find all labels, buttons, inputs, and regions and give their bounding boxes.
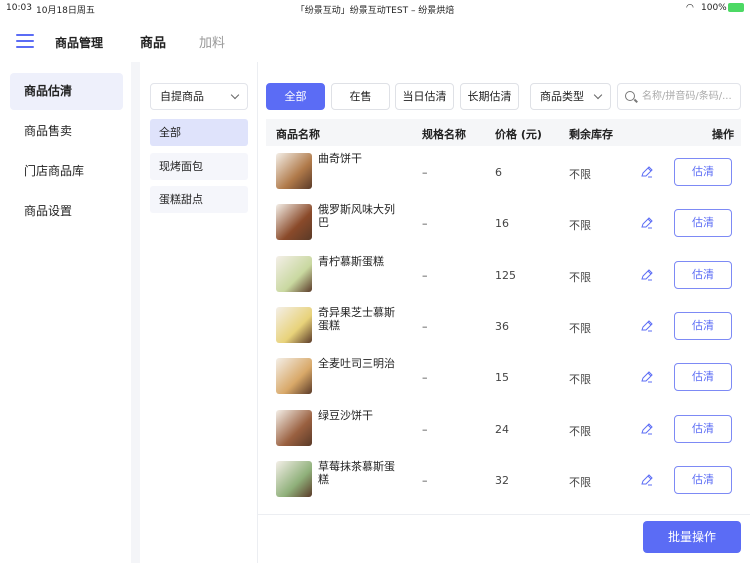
col-action: 操作 [712, 128, 734, 141]
sidebar-item-settings[interactable]: 商品设置 [10, 193, 123, 230]
product-price: 15 [495, 371, 509, 385]
product-spec: – [422, 217, 428, 231]
product-spec: – [422, 422, 428, 436]
table-row: 曲奇饼干 – 6 不限 估清 [266, 147, 741, 198]
search-icon [625, 91, 635, 101]
edit-icon[interactable] [640, 370, 654, 384]
sidebar: 商品估清 商品售卖 门店商品库 商品设置 [0, 62, 131, 563]
product-price: 32 [495, 473, 509, 487]
product-spec: – [422, 473, 428, 487]
product-name: 奇异果芝士慕斯蛋糕 [318, 305, 395, 332]
product-image [276, 255, 312, 292]
edit-icon[interactable] [640, 422, 654, 436]
tab-goods[interactable]: 商品 [140, 32, 166, 51]
product-price: 6 [495, 166, 502, 179]
col-name: 商品名称 [276, 128, 320, 141]
product-name: 绿豆沙饼干 [318, 408, 373, 422]
sellout-button[interactable]: 估清 [674, 311, 732, 340]
type-select-value: 商品类型 [540, 90, 584, 103]
edit-icon[interactable] [640, 216, 654, 230]
product-image [276, 409, 312, 446]
category-bread[interactable]: 现烤面包 [150, 153, 248, 180]
tab-addons[interactable]: 加料 [199, 32, 225, 51]
filter-today-sellout[interactable]: 当日估清 [395, 83, 454, 110]
category-cake[interactable]: 蛋糕甜点 [150, 186, 248, 213]
sidebar-item-sale[interactable]: 商品售卖 [10, 113, 123, 150]
select-value: 自提商品 [160, 90, 204, 103]
product-stock: 不限 [569, 270, 591, 284]
product-spec: – [422, 319, 428, 333]
status-title: 「纷景互动」纷景互动TEST – 纷景烘焙 [295, 6, 455, 16]
status-bar: 10:03 10月18日周五 「纷景互动」纷景互动TEST – 纷景烘焙 ◠ 1… [0, 0, 750, 18]
search-input[interactable]: 名称/拼音码/条码/... [617, 83, 741, 110]
battery-icon [728, 3, 744, 12]
product-price: 125 [495, 268, 516, 282]
table-row: 青柠慕斯蛋糕 – 125 不限 估清 [266, 250, 741, 301]
sidebar-item-store-library[interactable]: 门店商品库 [10, 153, 123, 190]
product-name: 俄罗斯风味大列巴 [318, 203, 395, 230]
header: 商品管理 商品 加料 [0, 20, 750, 62]
sidebar-item-sellout[interactable]: 商品估清 [10, 73, 123, 110]
product-stock: 不限 [569, 321, 591, 335]
goods-source-select[interactable]: 自提商品 [150, 83, 248, 110]
table-row: 绿豆沙饼干 – 24 不限 估清 [266, 404, 741, 455]
sellout-button[interactable]: 估清 [674, 465, 732, 494]
wifi-icon: ◠ [686, 3, 694, 13]
edit-icon[interactable] [640, 268, 654, 282]
product-name: 曲奇饼干 [318, 152, 362, 165]
product-image [276, 204, 312, 241]
product-price: 36 [495, 319, 509, 333]
product-image [276, 153, 312, 189]
edit-icon[interactable] [640, 473, 654, 487]
search-placeholder: 名称/拼音码/条码/... [642, 91, 732, 102]
divider [131, 62, 140, 563]
col-price: 价格 (元) [495, 128, 542, 141]
sellout-button[interactable]: 估清 [674, 363, 732, 392]
chevron-down-icon [230, 90, 240, 100]
table-row: 全麦吐司三明治 – 15 不限 估清 [266, 352, 741, 403]
battery-level: 100% [701, 3, 727, 13]
col-stock: 剩余库存 [569, 128, 613, 141]
product-name: 青柠慕斯蛋糕 [318, 254, 384, 268]
product-image [276, 358, 312, 395]
table-header: 商品名称 规格名称 价格 (元) 剩余库存 操作 [266, 119, 741, 146]
edit-icon[interactable] [640, 319, 654, 333]
product-stock: 不限 [569, 475, 591, 489]
sellout-button[interactable]: 估清 [674, 158, 732, 186]
col-spec: 规格名称 [422, 128, 466, 141]
product-name: 全麦吐司三明治 [318, 357, 395, 371]
table-row: 奇异果芝士慕斯蛋糕 – 36 不限 估清 [266, 301, 741, 352]
page-title: 商品管理 [55, 36, 104, 50]
product-image [276, 460, 312, 497]
product-spec: – [422, 371, 428, 385]
sellout-button[interactable]: 估清 [674, 414, 732, 443]
product-name: 草莓抹茶慕斯蛋糕 [318, 459, 395, 486]
sellout-button[interactable]: 估清 [674, 260, 732, 289]
chevron-down-icon [593, 90, 603, 100]
product-stock: 不限 [569, 373, 591, 387]
category-panel: 自提商品 全部 现烤面包 蛋糕甜点 [140, 62, 258, 563]
filter-long-sellout[interactable]: 长期估清 [460, 83, 519, 110]
sellout-button[interactable]: 估清 [674, 209, 732, 238]
batch-operation-button[interactable]: 批量操作 [643, 521, 741, 553]
product-price: 24 [495, 422, 509, 436]
product-spec: – [422, 268, 428, 282]
filter-on-sale[interactable]: 在售 [331, 83, 390, 110]
table-row: 俄罗斯风味大列巴 – 16 不限 估清 [266, 198, 741, 249]
product-stock: 不限 [569, 219, 591, 233]
product-stock: 不限 [569, 424, 591, 438]
product-price: 16 [495, 217, 509, 231]
filter-all[interactable]: 全部 [266, 83, 325, 110]
menu-icon[interactable] [16, 34, 34, 48]
type-select[interactable]: 商品类型 [530, 83, 611, 110]
product-spec: – [422, 166, 428, 179]
product-stock: 不限 [569, 168, 591, 181]
edit-icon[interactable] [640, 165, 654, 179]
product-image [276, 306, 312, 343]
table-row: 草莓抹茶慕斯蛋糕 – 32 不限 估清 [266, 455, 741, 506]
category-all[interactable]: 全部 [150, 119, 248, 146]
